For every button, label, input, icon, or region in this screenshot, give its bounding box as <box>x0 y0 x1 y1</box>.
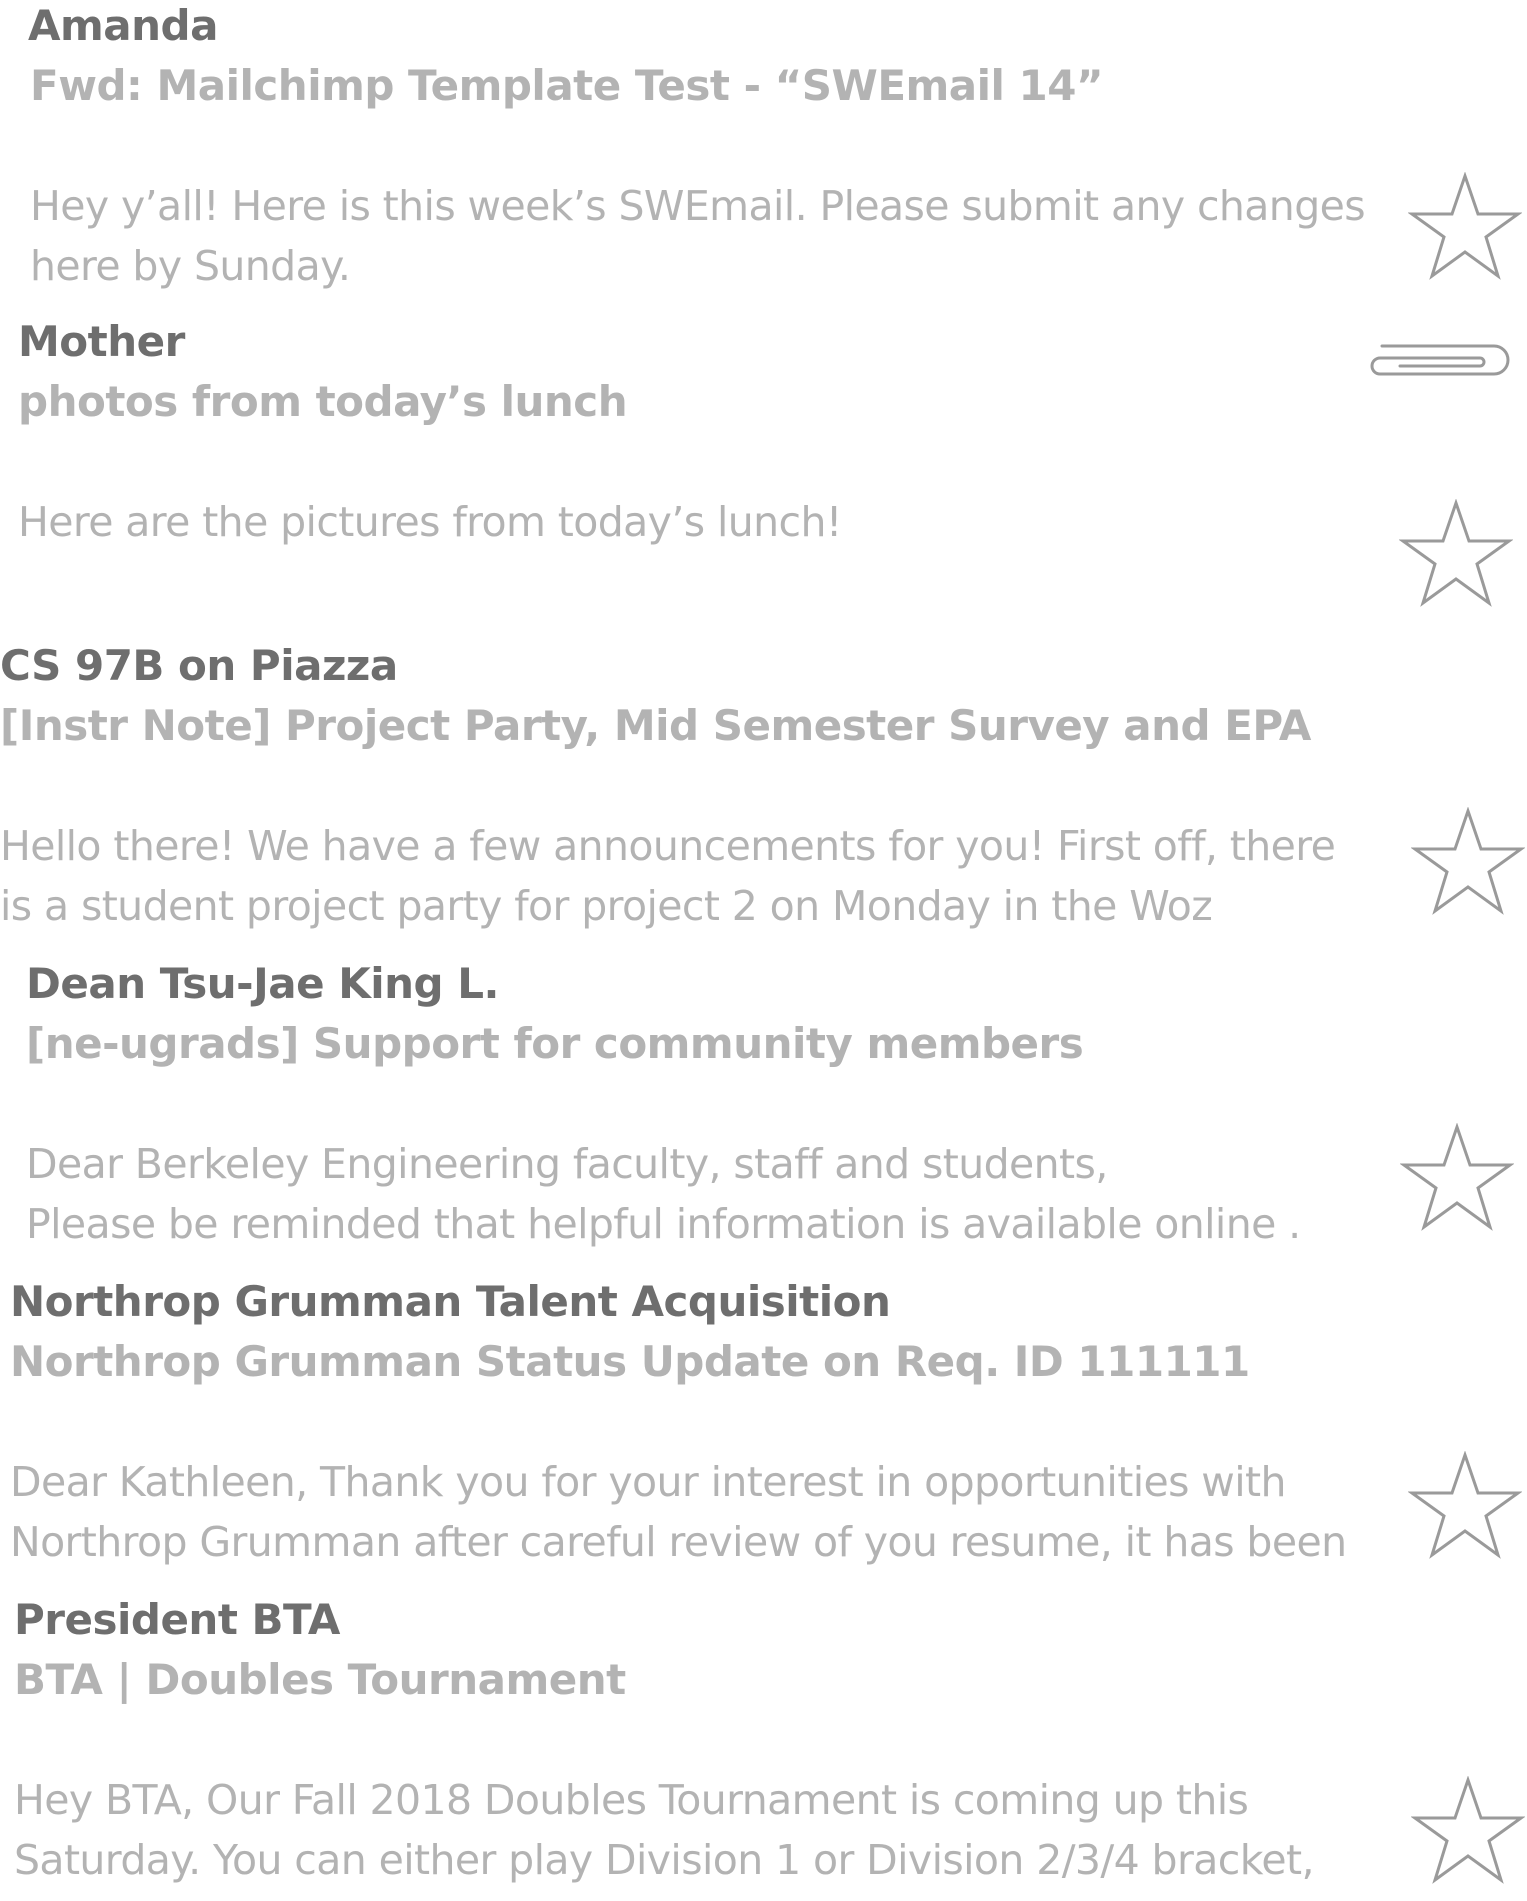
email-subject: [Instr Note] Project Party, Mid Semester… <box>0 701 1311 750</box>
email-subject: Northrop Grumman Status Update on Req. I… <box>10 1337 1250 1386</box>
email-preview-line: Hey y’all! Here is this week’s SWEmail. … <box>30 182 1366 230</box>
email-preview-line: Northrop Grumman after careful review of… <box>10 1518 1347 1566</box>
email-list-item[interactable]: Northrop Grumman Talent Acquisition Nort… <box>0 1270 1527 1590</box>
email-sender: CS 97B on Piazza <box>0 641 398 690</box>
star-icon[interactable] <box>1399 499 1513 609</box>
star-icon[interactable] <box>1408 172 1522 282</box>
star-icon[interactable] <box>1411 807 1525 917</box>
email-preview-line: here by Sunday. <box>30 242 351 290</box>
email-sender: President BTA <box>14 1595 340 1644</box>
email-list-item[interactable]: Dean Tsu-Jae King L. [ne-ugrads] Support… <box>0 950 1527 1270</box>
email-sender: Northrop Grumman Talent Acquisition <box>10 1277 891 1326</box>
email-preview-line: Dear Berkeley Engineering faculty, staff… <box>26 1140 1108 1188</box>
email-preview-line: Saturday. You can either play Division 1… <box>14 1836 1315 1884</box>
star-icon[interactable] <box>1408 1451 1522 1561</box>
email-subject: BTA | Doubles Tournament <box>14 1655 626 1704</box>
email-list-item[interactable]: Mother photos from today’s lunch Here ar… <box>0 300 1527 630</box>
email-preview-line: Here are the pictures from today’s lunch… <box>18 498 842 546</box>
star-icon[interactable] <box>1400 1123 1514 1233</box>
email-list-item[interactable]: Amanda Fwd: Mailchimp Template Test - “S… <box>0 0 1527 300</box>
email-subject: [ne-ugrads] Support for community member… <box>26 1019 1084 1068</box>
email-subject: Fwd: Mailchimp Template Test - “SWEmail … <box>30 61 1104 110</box>
email-sender: Dean Tsu-Jae King L. <box>26 959 499 1008</box>
email-preview-line: Hey BTA, Our Fall 2018 Doubles Tournamen… <box>14 1776 1249 1824</box>
email-sender: Mother <box>18 317 185 366</box>
star-icon[interactable] <box>1411 1776 1525 1886</box>
email-list-item[interactable]: CS 97B on Piazza [Instr Note] Project Pa… <box>0 630 1527 950</box>
email-preview-line: Please be reminded that helpful informat… <box>26 1200 1301 1248</box>
email-preview-line: is a student project party for project 2… <box>0 882 1213 930</box>
email-sender: Amanda <box>28 1 218 50</box>
email-list-item[interactable]: President BTA BTA | Doubles Tournament H… <box>0 1590 1527 1901</box>
email-preview-line: Hello there! We have a few announcements… <box>0 822 1336 870</box>
email-preview-line: Dear Kathleen, Thank you for your intere… <box>10 1458 1286 1506</box>
paperclip-icon <box>1360 338 1516 382</box>
email-subject: photos from today’s lunch <box>18 377 628 426</box>
